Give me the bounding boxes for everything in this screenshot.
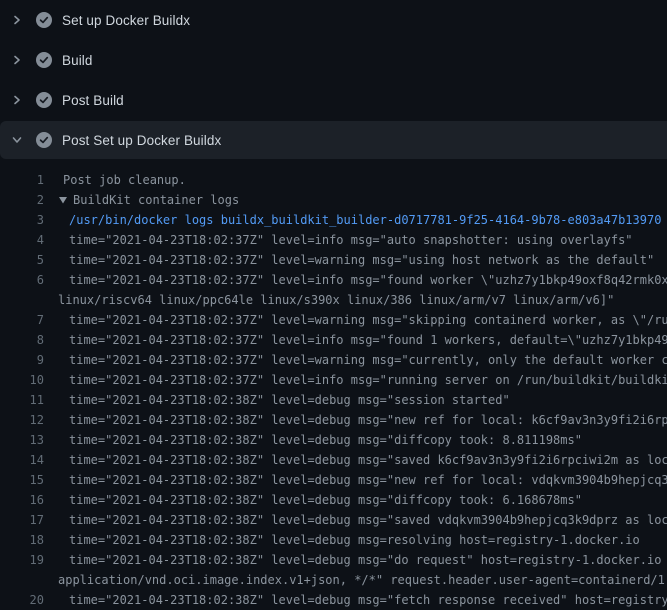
log-line: 18 time="2021-04-23T18:02:38Z" level=deb…	[0, 530, 667, 550]
log-line-text: time="2021-04-23T18:02:37Z" level=warnin…	[69, 350, 667, 370]
log-line-number[interactable]: 20	[0, 590, 44, 610]
check-circle-icon	[36, 12, 52, 28]
log-line-number[interactable]: 15	[0, 470, 44, 490]
log-line-number[interactable]: 18	[0, 530, 44, 550]
step-row[interactable]: Post Build	[0, 80, 667, 120]
log-line-text: time="2021-04-23T18:02:38Z" level=debug …	[69, 390, 510, 410]
log-line-number[interactable]: 19	[0, 550, 44, 570]
log-line: 13 time="2021-04-23T18:02:38Z" level=deb…	[0, 430, 667, 450]
log-line: 17 time="2021-04-23T18:02:38Z" level=deb…	[0, 510, 667, 530]
log-line-text: time="2021-04-23T18:02:38Z" level=debug …	[69, 590, 667, 610]
log-line-text: time="2021-04-23T18:02:38Z" level=debug …	[69, 510, 667, 530]
log-line-text: time="2021-04-23T18:02:38Z" level=debug …	[69, 470, 667, 490]
step-row[interactable]: Post Set up Docker Buildx	[0, 121, 667, 159]
log-line-text: time="2021-04-23T18:02:38Z" level=debug …	[69, 550, 667, 570]
log-line-number[interactable]: 2	[0, 190, 44, 210]
log-line: 20 time="2021-04-23T18:02:38Z" level=deb…	[0, 590, 667, 610]
log-line: 9 time="2021-04-23T18:02:37Z" level=warn…	[0, 350, 667, 370]
step-row[interactable]: Set up Docker Buildx	[0, 0, 667, 40]
log-line-number[interactable]: 8	[0, 330, 44, 350]
log-line-text: time="2021-04-23T18:02:37Z" level=warnin…	[69, 310, 667, 330]
log-line: 7 time="2021-04-23T18:02:37Z" level=warn…	[0, 310, 667, 330]
log-line: application/vnd.oci.image.index.v1+json,…	[0, 570, 667, 590]
log-line: 15 time="2021-04-23T18:02:38Z" level=deb…	[0, 470, 667, 490]
log-line: 1 Post job cleanup.	[0, 170, 667, 190]
log-line-text: time="2021-04-23T18:02:37Z" level=warnin…	[69, 250, 654, 270]
log-line-number[interactable]: 6	[0, 270, 44, 290]
triangle-down-icon[interactable]	[59, 196, 67, 204]
log-line: 6 time="2021-04-23T18:02:37Z" level=info…	[0, 270, 667, 290]
log-line-text: linux/riscv64 linux/ppc64le linux/s390x …	[58, 290, 614, 310]
log-line: 14 time="2021-04-23T18:02:38Z" level=deb…	[0, 450, 667, 470]
log-line-text: BuildKit container logs	[73, 190, 239, 210]
log-line-number[interactable]: 12	[0, 410, 44, 430]
log-line-text: time="2021-04-23T18:02:37Z" level=info m…	[69, 330, 667, 350]
chevron-right-icon[interactable]	[12, 52, 22, 68]
log-line-number[interactable]: 5	[0, 250, 44, 270]
log-line-number[interactable]: 7	[0, 310, 44, 330]
step-label: Build	[62, 53, 93, 68]
log-line: 8 time="2021-04-23T18:02:37Z" level=info…	[0, 330, 667, 350]
log-line-number[interactable]: 14	[0, 450, 44, 470]
log-line-number[interactable]: 3	[0, 210, 44, 230]
log-line: 16 time="2021-04-23T18:02:38Z" level=deb…	[0, 490, 667, 510]
log-line-text: time="2021-04-23T18:02:38Z" level=debug …	[69, 450, 667, 470]
check-circle-icon	[36, 92, 52, 108]
step-label: Set up Docker Buildx	[62, 13, 190, 28]
log-line-text: time="2021-04-23T18:02:38Z" level=debug …	[69, 430, 582, 450]
chevron-right-icon[interactable]	[12, 12, 22, 28]
log-line-number[interactable]: 13	[0, 430, 44, 450]
chevron-down-icon[interactable]	[12, 132, 22, 148]
log-line: 19 time="2021-04-23T18:02:38Z" level=deb…	[0, 550, 667, 570]
log-line: 11 time="2021-04-23T18:02:38Z" level=deb…	[0, 390, 667, 410]
log-line-number[interactable]: 16	[0, 490, 44, 510]
log-line-text: time="2021-04-23T18:02:38Z" level=debug …	[69, 490, 582, 510]
log-line-number[interactable]: 9	[0, 350, 44, 370]
step-label: Post Build	[62, 93, 124, 108]
log-line-number[interactable]: 1	[0, 170, 44, 190]
log-line: 12 time="2021-04-23T18:02:38Z" level=deb…	[0, 410, 667, 430]
step-row[interactable]: Build	[0, 40, 667, 80]
log-line-text: application/vnd.oci.image.index.v1+json,…	[58, 570, 667, 590]
chevron-right-icon[interactable]	[12, 92, 22, 108]
check-circle-icon	[36, 52, 52, 68]
log-line: 10 time="2021-04-23T18:02:37Z" level=inf…	[0, 370, 667, 390]
log-line-text: time="2021-04-23T18:02:38Z" level=debug …	[69, 410, 667, 430]
log-line: 3 /usr/bin/docker logs buildx_buildkit_b…	[0, 210, 667, 230]
log-line: 2 BuildKit container logs	[0, 190, 667, 210]
log-viewer: 1 Post job cleanup. 2 BuildKit container…	[0, 160, 667, 610]
log-line-text: time="2021-04-23T18:02:37Z" level=info m…	[69, 230, 633, 250]
log-line: linux/riscv64 linux/ppc64le linux/s390x …	[0, 290, 667, 310]
log-line-number[interactable]: 4	[0, 230, 44, 250]
log-line: 5 time="2021-04-23T18:02:37Z" level=warn…	[0, 250, 667, 270]
steps-list: Set up Docker Buildx Build Post Buil	[0, 0, 667, 159]
log-line: 4 time="2021-04-23T18:02:37Z" level=info…	[0, 230, 667, 250]
step-label: Post Set up Docker Buildx	[62, 133, 221, 148]
log-line-text: /usr/bin/docker logs buildx_buildkit_bui…	[69, 210, 661, 230]
log-line-number[interactable]: 17	[0, 510, 44, 530]
check-circle-icon	[36, 132, 52, 148]
log-line-number[interactable]: 11	[0, 390, 44, 410]
log-line-number[interactable]: 10	[0, 370, 44, 390]
log-line-text: Post job cleanup.	[63, 170, 186, 190]
log-line-text: time="2021-04-23T18:02:37Z" level=info m…	[69, 270, 667, 290]
log-line-text: time="2021-04-23T18:02:38Z" level=debug …	[69, 530, 640, 550]
log-line-text: time="2021-04-23T18:02:37Z" level=info m…	[69, 370, 667, 390]
